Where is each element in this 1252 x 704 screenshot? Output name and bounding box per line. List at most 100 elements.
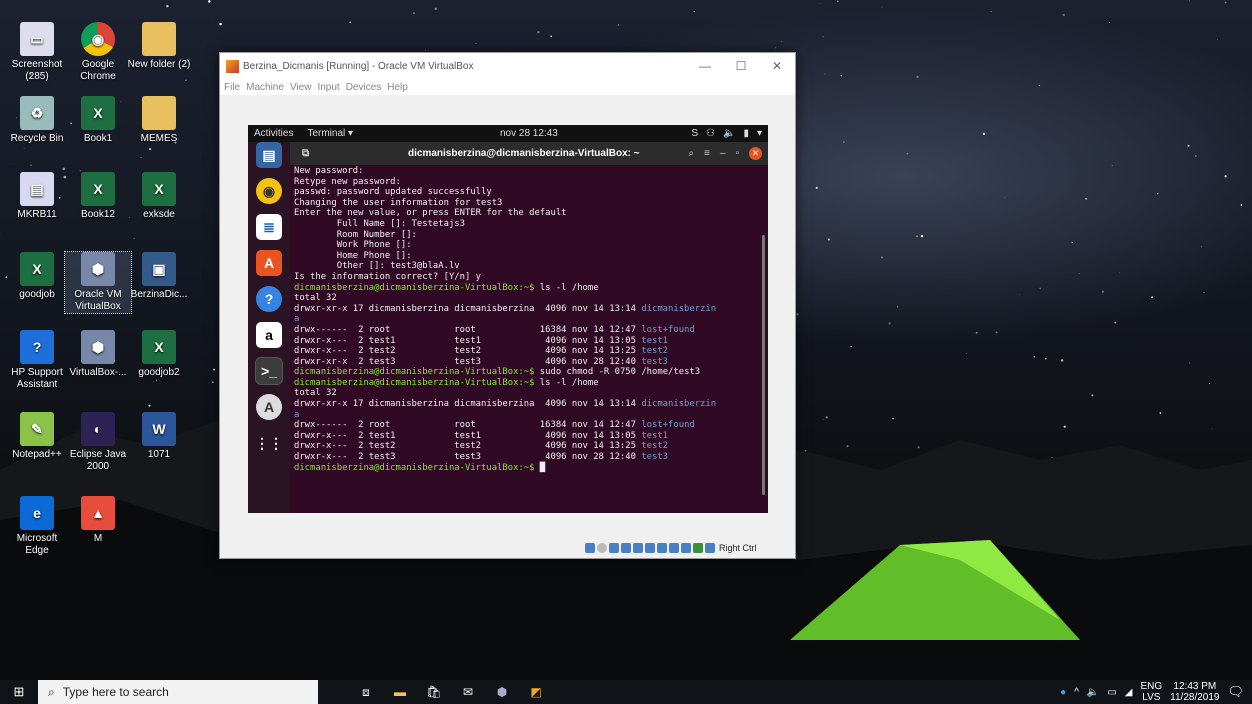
desktop-icon-1071[interactable]: W 1071: [126, 412, 192, 461]
terminal-output[interactable]: New password: Retype new password: passwd:…: [294, 166, 760, 513]
menu-help[interactable]: Help: [387, 82, 408, 93]
skype-icon[interactable]: S: [691, 128, 698, 139]
desktop-icon-recycle-bin[interactable]: ♻ Recycle Bin: [4, 96, 70, 145]
terminal-line: a: [294, 314, 300, 325]
virtualbox-window[interactable]: Berzina_Dicmanis [Running] - Oracle VM V…: [219, 52, 796, 559]
desktop-icon-virtualbox[interactable]: ⬢ VirtualBox-...: [65, 330, 131, 379]
chevron-up-icon[interactable]: ^: [1074, 687, 1079, 698]
maximize-button[interactable]: ☐: [723, 59, 759, 73]
help-tray-icon[interactable]: ●: [1060, 687, 1066, 698]
minimize-button[interactable]: —: [687, 59, 723, 73]
terminal-scrollbar[interactable]: [762, 235, 765, 495]
store-icon[interactable]: 🛍: [426, 684, 442, 700]
keyboard-capture-icon[interactable]: [705, 543, 715, 553]
folder-icon: [142, 22, 176, 56]
files-icon[interactable]: ▤: [256, 142, 282, 168]
mouse-integration-icon[interactable]: [693, 543, 703, 553]
menu-view[interactable]: View: [290, 82, 312, 93]
hdd-icon[interactable]: [585, 543, 595, 553]
desktop-icon-label: Microsoft Edge: [16, 533, 58, 556]
window-title: Berzina_Dicmanis [Running] - Oracle VM V…: [243, 60, 474, 72]
desktop-icon-mkrb11[interactable]: ▤ MKRB11: [4, 172, 70, 221]
menu-file[interactable]: File: [224, 82, 240, 93]
desktop-icon-oracle-vm-virtualbox[interactable]: ⬢ Oracle VM VirtualBox: [64, 251, 132, 314]
desktop-icon-book1[interactable]: X Book1: [65, 96, 131, 145]
guest-screen[interactable]: Activities Terminal ▾ nov 28 12:43 S ⚇ 🔈…: [248, 125, 768, 513]
recording-icon[interactable]: [669, 543, 679, 553]
battery-icon[interactable]: ▮: [743, 128, 749, 139]
menu-machine[interactable]: Machine: [246, 82, 284, 93]
shared-folder-icon[interactable]: [645, 543, 655, 553]
notification-icon[interactable]: 🗨: [1227, 684, 1244, 700]
desktop-icon-exksde[interactable]: Xexksde: [126, 172, 192, 221]
terminal-headerbar[interactable]: ⧉ dicmanisberzina@dicmanisberzina-Virtua…: [290, 142, 768, 165]
writer-icon[interactable]: ≣: [256, 214, 282, 240]
cpu-icon[interactable]: [681, 543, 691, 553]
terminal-line: Room Number []:: [294, 229, 417, 240]
new-tab-icon[interactable]: ⧉: [302, 148, 309, 159]
rhythmbox-icon[interactable]: ◉: [256, 178, 282, 204]
mail-icon[interactable]: ✉: [460, 684, 476, 700]
volume-icon[interactable]: 🔈: [723, 128, 735, 139]
menu-icon[interactable]: ≡: [704, 148, 710, 159]
window-titlebar[interactable]: Berzina_Dicmanis [Running] - Oracle VM V…: [220, 53, 795, 79]
chrome-icon: ◉: [81, 22, 115, 56]
desktop-icon-book12[interactable]: X Book12: [65, 172, 131, 221]
software-center-icon[interactable]: A: [256, 250, 282, 276]
virtualbox-taskbar-icon[interactable]: ⬢: [494, 684, 510, 700]
wifi-icon[interactable]: ◢: [1125, 687, 1133, 698]
vbox-statusbar: Right Ctrl: [585, 543, 757, 553]
guest-clock[interactable]: nov 28 12:43: [500, 128, 558, 139]
app-menu[interactable]: Terminal ▾: [307, 128, 353, 139]
terminal-line: Is the information correct? [Y/n] y: [294, 271, 482, 282]
windows-start-icon[interactable]: ⊞: [0, 680, 38, 704]
maximize-icon[interactable]: ▫: [735, 148, 739, 159]
search-box[interactable]: ⌕ Type here to search: [38, 680, 318, 704]
help-icon[interactable]: ?: [256, 286, 282, 312]
desktop-icon-hp-support-assistant[interactable]: ? HP Support Assistant: [4, 330, 70, 391]
desktop-icon-notepad[interactable]: ✎ Notepad++: [4, 412, 70, 461]
desktop-icon-microsoft-edge[interactable]: e Microsoft Edge: [4, 496, 70, 557]
cd-icon[interactable]: [597, 543, 607, 553]
close-button[interactable]: ✕: [759, 59, 795, 73]
activities-button[interactable]: Activities: [254, 128, 293, 139]
desktop-icon-google-chrome[interactable]: ◉ Google Chrome: [65, 22, 131, 83]
battery-icon[interactable]: ▭: [1107, 687, 1116, 698]
amazon-icon[interactable]: a: [256, 322, 282, 348]
terminal-line: Other []: test3@blaA.lv: [294, 261, 460, 272]
desktop-icon-screenshot-285[interactable]: ▭ Screenshot (285): [4, 22, 70, 83]
updater-icon[interactable]: A: [256, 394, 282, 420]
search-icon[interactable]: ⌕: [688, 148, 694, 159]
audio-icon[interactable]: [609, 543, 619, 553]
terminal-icon[interactable]: >_: [255, 357, 283, 385]
vm-taskbar-icon[interactable]: ◩: [528, 684, 544, 700]
menu-input[interactable]: Input: [317, 82, 339, 93]
show-apps-icon[interactable]: ⋮⋮: [255, 430, 283, 456]
terminal-line: Changing the user information for test3: [294, 197, 503, 208]
desktop-icon-m[interactable]: ▲ M: [65, 496, 131, 545]
search-placeholder: Type here to search: [62, 685, 169, 699]
help-icon: ?: [20, 330, 54, 364]
desktop-icon-label: New folder (2): [127, 59, 191, 70]
display-icon[interactable]: [657, 543, 667, 553]
minimize-icon[interactable]: –: [720, 148, 726, 159]
menu-devices[interactable]: Devices: [346, 82, 382, 93]
network-icon[interactable]: [621, 543, 631, 553]
language-indicator[interactable]: ENG LVS: [1141, 681, 1163, 703]
system-clock[interactable]: 12:43 PM 11/28/2019: [1170, 681, 1219, 703]
desktop-icon-goodjob[interactable]: Xgoodjob: [4, 252, 70, 301]
desktop-icon-new-folder-2[interactable]: New folder (2): [126, 22, 192, 71]
desktop-icon-memes[interactable]: MEMES: [126, 96, 192, 145]
usb-icon[interactable]: [633, 543, 643, 553]
terminal-line: dicmanisberzina@dicmanisberzina-VirtualB…: [294, 377, 599, 388]
close-icon[interactable]: ✕: [749, 147, 762, 160]
desktop-icon-berzinadic[interactable]: ▣ BerzinaDic...: [126, 252, 192, 301]
desktop-icon-label: 1071: [147, 449, 171, 460]
task-view-icon[interactable]: ⧈: [358, 684, 374, 700]
chevron-down-icon[interactable]: ▾: [757, 128, 762, 139]
file-explorer-icon[interactable]: ▬: [392, 684, 408, 700]
desktop-icon-eclipse-java-2000[interactable]: ◐ Eclipse Java 2000: [65, 412, 131, 473]
network-icon[interactable]: ⚇: [706, 128, 715, 139]
volume-icon[interactable]: 🔈: [1087, 687, 1099, 698]
desktop-icon-goodjob2[interactable]: Xgoodjob2: [126, 330, 192, 379]
